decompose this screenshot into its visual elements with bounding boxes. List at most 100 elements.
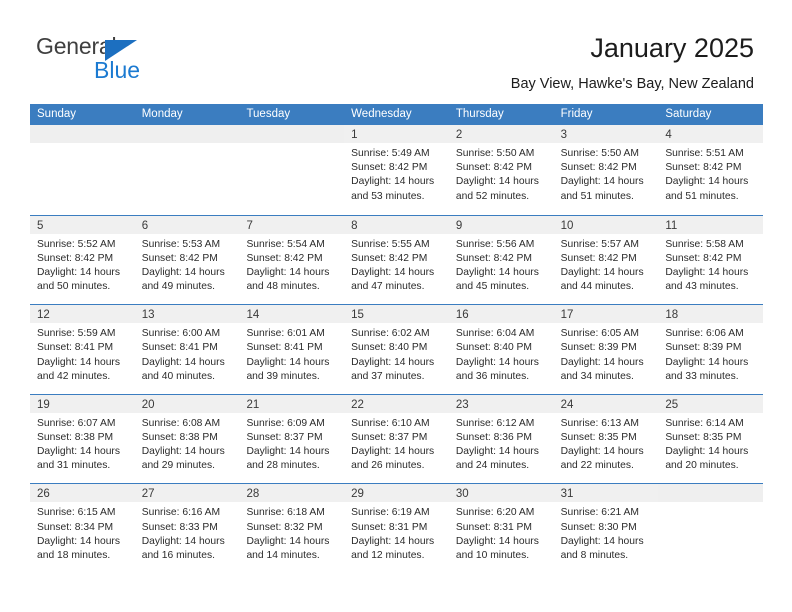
sunrise-text: Sunrise: 6:15 AM: [37, 507, 116, 519]
calendar-day-cell[interactable]: 27 Sunrise: 6:16 AM Sunset: 8:33 PM Dayligh…: [134, 484, 240, 573]
calendar-week-row: 1 Sunrise: 5:49 AM Sunset: 8:42 PM Daylight…: [30, 125, 764, 215]
calendar-day-cell[interactable]: 4 Sunrise: 5:51 AM Sunset: 8:42 PM Daylight…: [658, 125, 764, 215]
day-number-band: 29: [344, 484, 449, 503]
daylight-text-line1: Daylight: 14 hours: [37, 535, 120, 547]
calendar-day-cell[interactable]: 13 Sunrise: 6:00 AM Sunset: 8:41 PM Dayligh…: [134, 305, 240, 394]
day-number: 26: [37, 488, 50, 501]
calendar-day-cell[interactable]: 17 Sunrise: 6:05 AM Sunset: 8:39 PM Dayligh…: [553, 305, 659, 394]
sunset-text: Sunset: 8:42 PM: [665, 162, 742, 174]
calendar-day-cell[interactable]: 28 Sunrise: 6:18 AM Sunset: 8:32 PM Dayligh…: [239, 484, 345, 573]
calendar-day-cell[interactable]: 24 Sunrise: 6:13 AM Sunset: 8:35 PM Dayligh…: [553, 394, 659, 484]
calendar-day-cell[interactable]: 19 Sunrise: 6:07 AM Sunset: 8:38 PM Dayligh…: [30, 394, 135, 484]
calendar-week-row: 12 Sunrise: 5:59 AM Sunset: 8:41 PM Dayligh…: [30, 304, 764, 394]
calendar-day-cell[interactable]: 16 Sunrise: 6:04 AM Sunset: 8:40 PM Dayligh…: [448, 305, 554, 394]
day-number-band: 1: [344, 125, 449, 143]
calendar-day-cell[interactable]: 18 Sunrise: 6:06 AM Sunset: 8:39 PM Dayligh…: [658, 305, 764, 394]
calendar-day-cell[interactable]: 21 Sunrise: 6:09 AM Sunset: 8:37 PM Dayligh…: [239, 394, 345, 484]
calendar-day-cell[interactable]: 5 Sunrise: 5:52 AM Sunset: 8:42 PM Daylight…: [30, 215, 135, 305]
calendar-day-cell[interactable]: 7 Sunrise: 5:54 AM Sunset: 8:42 PM Daylight…: [239, 215, 345, 305]
day-details: Sunrise: 5:58 AM Sunset: 8:42 PM Daylight:…: [658, 234, 763, 295]
calendar-day-cell[interactable]: 6 Sunrise: 5:53 AM Sunset: 8:42 PM Daylight…: [134, 215, 240, 305]
day-number: 16: [455, 309, 469, 322]
calendar-day-cell[interactable]: 29 Sunrise: 6:19 AM Sunset: 8:31 PM Dayligh…: [344, 484, 449, 573]
calendar-cell-empty: [134, 125, 240, 215]
day-details: Sunrise: 6:05 AM Sunset: 8:39 PM Daylight:…: [554, 323, 659, 384]
day-details: Sunrise: 6:06 AM Sunset: 8:39 PM Daylight:…: [658, 323, 763, 384]
sunrise-text: Sunrise: 5:54 AM: [246, 238, 325, 250]
daylight-text-line2: and 24 minutes.: [455, 460, 530, 472]
calendar-day-cell[interactable]: 11 Sunrise: 5:58 AM Sunset: 8:42 PM Dayligh…: [658, 215, 764, 305]
day-number-band: 23: [448, 394, 554, 413]
calendar-day-cell[interactable]: 31 Sunrise: 6:21 AM Sunset: 8:30 PM Dayligh…: [553, 484, 659, 573]
daylight-text-line1: Daylight: 14 hours: [141, 446, 225, 458]
day-number: 31: [560, 488, 574, 501]
daylight-text-line2: and 28 minutes.: [246, 460, 320, 472]
day-details: Sunrise: 5:54 AM Sunset: 8:42 PM Daylight:…: [239, 234, 344, 295]
calendar-day-cell[interactable]: 26 Sunrise: 6:15 AM Sunset: 8:34 PM Dayligh…: [30, 484, 135, 573]
weekday-header-row: Sunday Monday Tuesday Wednesday Thursday…: [30, 104, 763, 125]
sunset-text: Sunset: 8:30 PM: [560, 521, 637, 533]
sunrise-text: Sunrise: 6:16 AM: [141, 507, 221, 519]
day-number: 9: [455, 219, 463, 232]
day-number-band: 9: [448, 215, 554, 234]
calendar-weeks: 1 Sunrise: 5:49 AM Sunset: 8:42 PM Daylight…: [30, 125, 764, 573]
calendar-day-cell[interactable]: 9 Sunrise: 5:56 AM Sunset: 8:42 PM Daylight…: [448, 215, 554, 305]
calendar-day-cell[interactable]: 25 Sunrise: 6:14 AM Sunset: 8:35 PM Dayligh…: [658, 394, 764, 484]
calendar-day-cell[interactable]: 2 Sunrise: 5:50 AM Sunset: 8:42 PM Daylight…: [448, 125, 554, 215]
day-number-band: 11: [658, 215, 764, 234]
daylight-text-line2: and 20 minutes.: [665, 460, 739, 472]
day-details: Sunrise: 5:51 AM Sunset: 8:42 PM Daylight:…: [658, 143, 763, 204]
daylight-text-line2: and 33 minutes.: [665, 370, 739, 382]
day-details: Sunrise: 6:02 AM Sunset: 8:40 PM Daylight:…: [344, 323, 449, 384]
calendar-page: General Blue January 2025 Bay View, Hawk…: [0, 0, 792, 612]
calendar-week-row: 5 Sunrise: 5:52 AM Sunset: 8:42 PM Daylight…: [30, 214, 764, 305]
calendar-day-cell[interactable]: 23 Sunrise: 6:12 AM Sunset: 8:36 PM Dayligh…: [448, 394, 554, 484]
daylight-text-line1: Daylight: 14 hours: [455, 176, 539, 188]
daylight-text-line1: Daylight: 14 hours: [455, 446, 539, 458]
sunrise-text: Sunrise: 5:53 AM: [141, 238, 221, 250]
sunset-text: Sunset: 8:42 PM: [455, 252, 533, 264]
day-details: Sunrise: 6:00 AM Sunset: 8:41 PM Daylight:…: [135, 323, 240, 384]
calendar-day-cell[interactable]: 15 Sunrise: 6:02 AM Sunset: 8:40 PM Dayligh…: [344, 305, 449, 394]
sunrise-text: Sunrise: 5:50 AM: [560, 148, 640, 159]
sunrise-text: Sunrise: 6:13 AM: [560, 417, 640, 429]
calendar-day-cell[interactable]: 8 Sunrise: 5:55 AM Sunset: 8:42 PM Daylight…: [344, 215, 449, 305]
daylight-text-line2: and 40 minutes.: [141, 370, 215, 382]
day-number-band: 20: [134, 394, 240, 413]
title-block: January 2025 Bay View, Hawke's Bay, New …: [511, 32, 754, 93]
calendar-day-cell[interactable]: 1 Sunrise: 5:49 AM Sunset: 8:42 PM Daylight…: [344, 125, 449, 215]
day-details: Sunrise: 6:15 AM Sunset: 8:34 PM Daylight:…: [30, 502, 135, 563]
day-details: Sunrise: 5:52 AM Sunset: 8:42 PM Daylight:…: [30, 234, 135, 295]
weekday-wednesday: Wednesday: [351, 108, 412, 120]
sunset-text: Sunset: 8:31 PM: [455, 521, 533, 533]
day-details: Sunrise: 6:07 AM Sunset: 8:38 PM Daylight:…: [30, 413, 135, 474]
calendar-day-cell[interactable]: 3 Sunrise: 5:50 AM Sunset: 8:42 PM Daylight…: [553, 125, 659, 215]
calendar-day-cell[interactable]: 10 Sunrise: 5:57 AM Sunset: 8:42 PM Dayligh…: [553, 215, 659, 305]
day-number: 10: [560, 219, 574, 232]
sunrise-text: Sunrise: 6:19 AM: [351, 507, 430, 519]
daylight-text-line1: Daylight: 14 hours: [246, 535, 330, 547]
sunset-text: Sunset: 8:42 PM: [141, 252, 218, 264]
weekday-friday: Friday: [560, 108, 593, 120]
calendar-day-cell[interactable]: 22 Sunrise: 6:10 AM Sunset: 8:37 PM Dayligh…: [344, 394, 449, 484]
day-number-band: 19: [30, 394, 135, 413]
day-number: 4: [665, 129, 672, 141]
day-number: 1: [351, 129, 358, 141]
calendar-day-cell[interactable]: 14 Sunrise: 6:01 AM Sunset: 8:41 PM Dayligh…: [239, 305, 345, 394]
calendar-day-cell[interactable]: 20 Sunrise: 6:08 AM Sunset: 8:38 PM Dayligh…: [134, 394, 240, 484]
sunset-text: Sunset: 8:42 PM: [560, 162, 637, 174]
sunset-text: Sunset: 8:41 PM: [37, 342, 114, 354]
daylight-text-line1: Daylight: 14 hours: [141, 356, 225, 368]
sunrise-text: Sunrise: 5:50 AM: [455, 148, 535, 159]
calendar-day-cell[interactable]: 12 Sunrise: 5:59 AM Sunset: 8:41 PM Dayligh…: [30, 305, 135, 394]
day-number-band: 25: [658, 394, 764, 413]
sunset-text: Sunset: 8:38 PM: [141, 431, 218, 443]
daylight-text-line2: and 50 minutes.: [37, 281, 111, 293]
day-details: Sunrise: 6:04 AM Sunset: 8:40 PM Daylight:…: [449, 323, 554, 384]
calendar-day-cell[interactable]: 30 Sunrise: 6:20 AM Sunset: 8:31 PM Dayligh…: [448, 484, 554, 573]
sunset-text: Sunset: 8:37 PM: [246, 431, 323, 443]
sunrise-text: Sunrise: 5:58 AM: [665, 238, 744, 250]
sunrise-text: Sunrise: 6:21 AM: [560, 507, 640, 519]
day-number-band: 28: [239, 484, 345, 503]
sunset-text: Sunset: 8:42 PM: [351, 252, 428, 264]
